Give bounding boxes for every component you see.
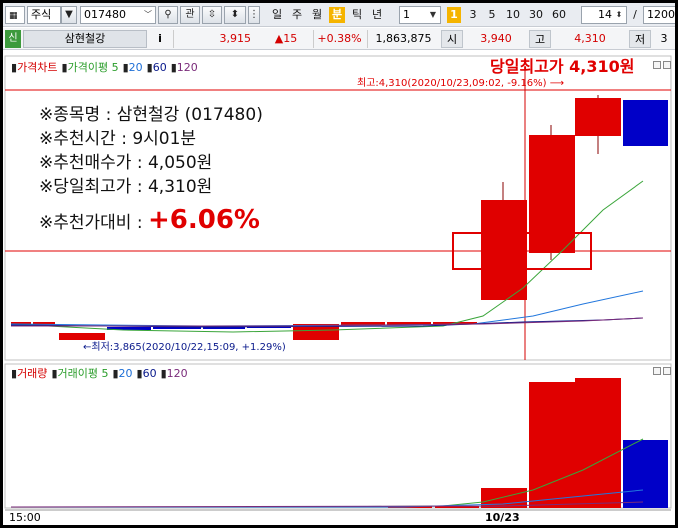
daily-high-title: 당일최고가 4,310원 (490, 57, 635, 76)
price-panel-legend: ▮가격차트 ▮가격이평 5 ▮20 ▮60 ▮120 (11, 61, 202, 75)
legend-volume[interactable]: ▮거래량 (11, 367, 47, 381)
candle (481, 200, 527, 300)
market-icon[interactable]: ▦ (5, 6, 25, 24)
open-label: 시 (441, 30, 463, 48)
chart-window: ▦ 주식 ▼ 017480 ﹀ ⚲ 관 ⇳ ⬍ ⋮ 일 주 월 분 틱 년 1 … (0, 0, 678, 528)
period-tick-button[interactable]: 틱 (349, 7, 365, 23)
legend-ma5[interactable]: ▮가격이평 5 (62, 61, 119, 75)
high-label: 고 (529, 30, 551, 48)
chart-content: ▦ 주식 ▼ 017480 ﹀ ⚲ 관 ⇳ ⬍ ⋮ 일 주 월 분 틱 년 1 … (3, 3, 675, 525)
current-price: 3,915 (173, 30, 259, 48)
total-count-input[interactable]: 1200 (643, 6, 675, 24)
overlay-return-row: ※추천가대비 : +6.06% (39, 205, 260, 235)
count-separator: / (633, 8, 637, 21)
interval-select[interactable]: 1 ▼ (399, 6, 441, 24)
count-input[interactable]: 14 ⬍ (581, 6, 627, 24)
low-value: 3 (660, 32, 668, 45)
minute-1-button[interactable]: 1 (447, 7, 461, 23)
time-axis (3, 510, 675, 525)
spinner-icon[interactable]: ⬍ (613, 8, 625, 22)
time-axis-date-label: 10/23 (485, 511, 520, 524)
volume-bar (575, 378, 621, 508)
minute-5-button[interactable]: 5 (485, 7, 499, 23)
legend-volume-ma60[interactable]: ▮60 (137, 367, 157, 381)
volume-panel-close-button[interactable] (663, 367, 671, 375)
legend-ma20[interactable]: ▮20 (123, 61, 143, 75)
overlay-return-label: ※추천가대비 : (39, 213, 148, 233)
stock-code-input[interactable]: 017480 ﹀ (80, 6, 156, 24)
search-button[interactable]: ⚲ (158, 6, 178, 24)
volume-bar (623, 440, 668, 508)
toolbar: ▦ 주식 ▼ 017480 ﹀ ⚲ 관 ⇳ ⬍ ⋮ 일 주 월 분 틱 년 1 … (3, 3, 675, 27)
sort-icon: ⇳ (207, 9, 217, 20)
low-annotation: ←최저:3,865(2020/10/22,15:09, +1.29%) (83, 342, 286, 353)
legend-volume-ma120[interactable]: ▮120 (161, 367, 188, 381)
volume-panel-minimize-button[interactable] (653, 367, 661, 375)
minute-3-button[interactable]: 3 (466, 7, 480, 23)
overlay-return-value: +6.06% (147, 205, 260, 235)
spin-button[interactable]: ⬍ (224, 6, 246, 24)
stock-code-value: 017480 (84, 8, 126, 21)
candle (59, 333, 105, 340)
sort-button[interactable]: ⇳ (202, 6, 222, 24)
overlay-recommend-time: ※추천시간 : 9시01분 (39, 129, 197, 149)
chevron-down-icon[interactable]: ﹀ (142, 8, 154, 22)
related-button[interactable]: 관 (180, 6, 200, 24)
chevron-down-icon: ▼ (65, 9, 73, 20)
high-value: 4,310 (574, 32, 606, 45)
minute-10-button[interactable]: 10 (504, 7, 522, 23)
stock-name-field[interactable]: 삼현철강 (23, 30, 147, 48)
minute-30-button[interactable]: 30 (527, 7, 545, 23)
high-annotation: 최고:4,310(2020/10/23,09:02, -9.16%) ⟶ (357, 78, 565, 89)
volume-value: 1,863,875 (367, 30, 439, 48)
count-value: 14 (598, 8, 612, 21)
overlay-stock-name: ※종목명 : 삼현철강 (017480) (39, 105, 263, 125)
overlay-daily-high: ※당일최고가 : 4,310원 (39, 177, 213, 197)
spin-icon: ⬍ (230, 9, 240, 20)
volume-panel-legend: ▮거래량 ▮거래이평 5 ▮20 ▮60 ▮120 (11, 367, 192, 381)
minute-60-button[interactable]: 60 (550, 7, 568, 23)
time-axis-label-left: 15:00 (9, 511, 41, 524)
candle (529, 135, 575, 253)
market-type-label[interactable]: 주식 (27, 6, 61, 24)
interval-value: 1 (403, 8, 410, 21)
period-day-button[interactable]: 일 (269, 7, 285, 23)
market-type-dropdown-button[interactable]: ▼ (61, 6, 77, 24)
more-button[interactable]: ⋮ (248, 6, 260, 24)
legend-volume-ma20[interactable]: ▮20 (112, 367, 132, 381)
price-panel-minimize-button[interactable] (653, 61, 661, 69)
overlay-recommend-price: ※추천매수가 : 4,050원 (39, 153, 213, 173)
legend-ma120[interactable]: ▮120 (171, 61, 198, 75)
legend-volume-ma5[interactable]: ▮거래이평 5 (51, 367, 108, 381)
period-month-button[interactable]: 월 (309, 7, 325, 23)
new-listing-badge: 신 (5, 30, 21, 48)
price-panel-close-button[interactable] (663, 61, 671, 69)
low-label: 저 (629, 30, 651, 48)
price-change: ▲15 (274, 32, 298, 45)
legend-ma60[interactable]: ▮60 (147, 61, 167, 75)
price-change-percent: +0.38% (313, 30, 365, 48)
open-value: 3,940 (480, 32, 512, 45)
chevron-down-icon[interactable]: ▼ (427, 8, 439, 22)
search-icon: ⚲ (164, 9, 172, 20)
volume-bar (481, 488, 527, 508)
period-minute-button[interactable]: 분 (329, 7, 345, 23)
period-year-button[interactable]: 년 (369, 7, 385, 23)
candle (623, 100, 668, 146)
info-icon[interactable]: i (153, 30, 167, 48)
period-week-button[interactable]: 주 (289, 7, 305, 23)
arrow-right-icon: ⟶ (549, 78, 565, 89)
quote-bar: 신 삼현철강 i 3,915 ▲15 +0.38% 1,863,875 시 3,… (3, 28, 675, 50)
legend-price-chart[interactable]: ▮가격차트 (11, 61, 58, 75)
candle (575, 98, 621, 136)
